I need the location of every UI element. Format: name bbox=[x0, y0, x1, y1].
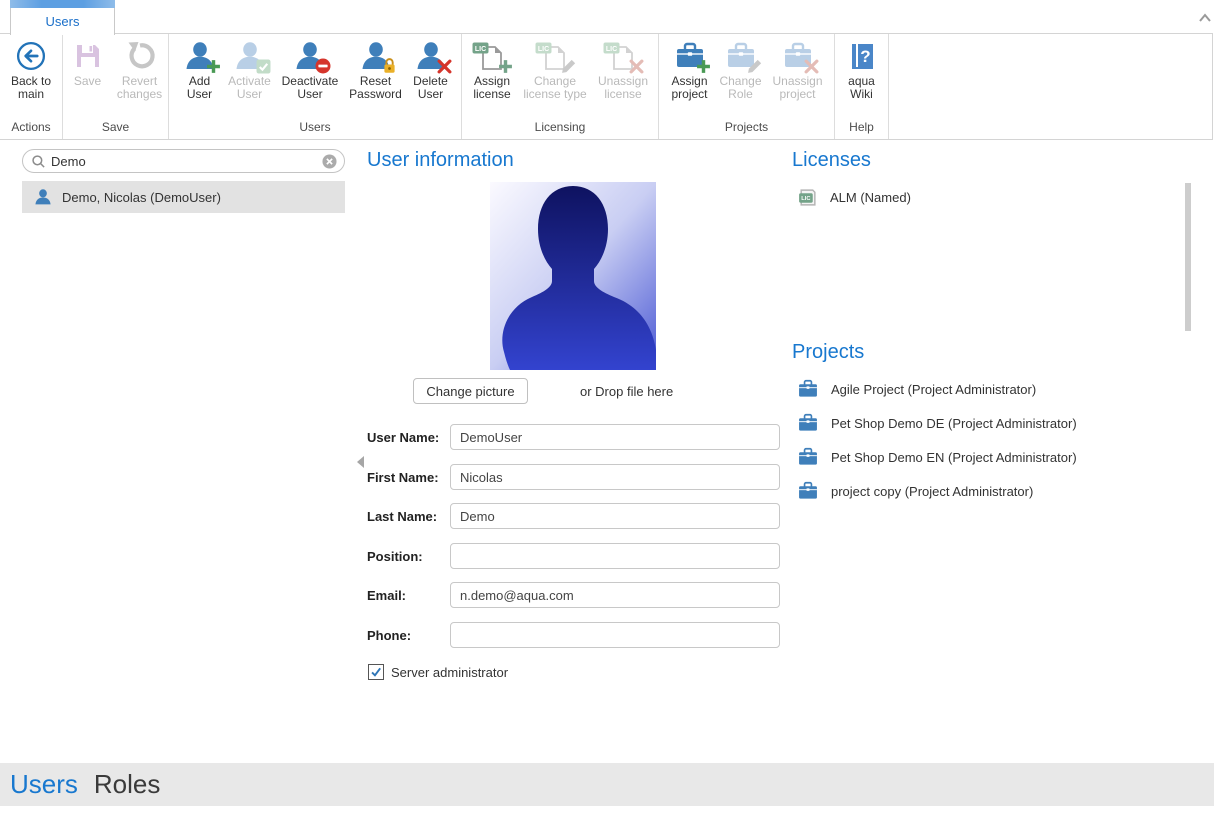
bottom-tab-roles[interactable]: Roles bbox=[94, 763, 160, 806]
projects-title: Projects bbox=[792, 341, 864, 364]
phone-field[interactable] bbox=[450, 622, 780, 648]
license-item-label: ALM (Named) bbox=[830, 190, 911, 205]
ribbon-group-help: aqua Wiki Help bbox=[835, 34, 889, 139]
lastname-label: Last Name: bbox=[367, 509, 437, 524]
activate-user-icon bbox=[234, 40, 266, 72]
licenses-scrollbar[interactable] bbox=[1185, 183, 1191, 331]
save-button: Save bbox=[64, 40, 112, 88]
deactivate-user-button[interactable]: Deactivate User bbox=[277, 40, 344, 101]
checkmark-icon bbox=[369, 665, 383, 679]
position-label: Position: bbox=[367, 549, 423, 564]
revert-changes-button: Revert changes bbox=[112, 40, 168, 101]
project-icon bbox=[797, 413, 819, 433]
activate-user-button: Activate User bbox=[223, 40, 277, 101]
add-user-icon bbox=[184, 40, 216, 72]
ribbon-group-users: Add User Activate User Deactivate User bbox=[169, 34, 462, 139]
unassign-project-icon bbox=[782, 40, 814, 72]
group-label-licensing: Licensing bbox=[462, 120, 658, 139]
search-icon bbox=[31, 154, 46, 169]
assign-project-icon bbox=[674, 40, 706, 72]
drop-file-hint: or Drop file here bbox=[580, 384, 673, 399]
firstname-label: First Name: bbox=[367, 470, 439, 485]
user-avatar bbox=[490, 182, 656, 370]
delete-user-icon bbox=[415, 40, 447, 72]
group-label-save: Save bbox=[63, 120, 168, 139]
ribbon-group-projects: Assign project Change Role Unassign proj… bbox=[659, 34, 835, 139]
user-information-title: User information bbox=[367, 149, 514, 172]
user-icon bbox=[34, 188, 52, 206]
delete-user-button[interactable]: Delete User bbox=[408, 40, 454, 101]
bottom-tab-bar: Users Roles bbox=[0, 763, 1214, 806]
project-item-label: Pet Shop Demo EN (Project Administrator) bbox=[831, 450, 1077, 465]
username-label: User Name: bbox=[367, 430, 439, 445]
unassign-license-icon bbox=[607, 40, 639, 72]
server-administrator-label: Server administrator bbox=[391, 665, 508, 680]
assign-project-button[interactable]: Assign project bbox=[665, 40, 715, 101]
project-item[interactable]: project copy (Project Administrator) bbox=[797, 481, 1033, 501]
unassign-project-button: Unassign project bbox=[767, 40, 829, 101]
clear-search-icon[interactable] bbox=[322, 154, 337, 169]
reset-password-button[interactable]: Reset Password bbox=[344, 40, 408, 101]
project-item[interactable]: Pet Shop Demo EN (Project Administrator) bbox=[797, 447, 1077, 467]
ribbon-group-save: Save Revert changes Save bbox=[63, 34, 169, 139]
lastname-field[interactable] bbox=[450, 503, 780, 529]
license-icon bbox=[797, 187, 818, 208]
project-icon bbox=[797, 481, 819, 501]
username-field[interactable] bbox=[450, 424, 780, 450]
search-input[interactable] bbox=[51, 151, 311, 171]
change-license-type-button: Change license type bbox=[517, 40, 593, 101]
back-icon bbox=[15, 40, 47, 72]
change-license-type-icon bbox=[539, 40, 571, 72]
user-list-item-label: Demo, Nicolas (DemoUser) bbox=[62, 190, 221, 205]
tab-users[interactable]: Users bbox=[10, 0, 115, 35]
group-label-actions: Actions bbox=[0, 120, 62, 139]
server-administrator-checkbox[interactable] bbox=[368, 664, 384, 680]
license-item[interactable]: ALM (Named) bbox=[797, 187, 911, 208]
aqua-wiki-icon bbox=[846, 40, 878, 72]
change-role-button: Change Role bbox=[715, 40, 767, 101]
active-tab-highlight bbox=[10, 0, 115, 8]
deactivate-user-icon bbox=[294, 40, 326, 72]
project-item-label: Pet Shop Demo DE (Project Administrator) bbox=[831, 416, 1077, 431]
group-label-projects: Projects bbox=[659, 120, 834, 139]
licenses-title: Licenses bbox=[792, 149, 871, 172]
change-picture-button[interactable]: Change picture bbox=[413, 378, 528, 404]
project-icon bbox=[797, 379, 819, 399]
save-icon bbox=[72, 40, 104, 72]
project-item-label: project copy (Project Administrator) bbox=[831, 484, 1033, 499]
aqua-wiki-button[interactable]: aqua Wiki bbox=[839, 40, 885, 101]
panel-collapse-arrow[interactable] bbox=[357, 456, 364, 468]
unassign-license-button: Unassign license bbox=[593, 40, 653, 101]
back-to-main-button[interactable]: Back to main bbox=[2, 40, 60, 101]
project-icon bbox=[797, 447, 819, 467]
bottom-tab-users[interactable]: Users bbox=[10, 763, 78, 806]
add-user-button[interactable]: Add User bbox=[177, 40, 223, 101]
phone-label: Phone: bbox=[367, 628, 411, 643]
group-label-help: Help bbox=[835, 120, 888, 139]
group-label-users: Users bbox=[169, 120, 461, 139]
ribbon: Back to main Actions Save Revert changes… bbox=[0, 33, 1213, 140]
firstname-field[interactable] bbox=[450, 464, 780, 490]
user-search-box bbox=[22, 149, 345, 173]
change-role-icon bbox=[725, 40, 757, 72]
assign-license-icon bbox=[476, 40, 508, 72]
project-item[interactable]: Agile Project (Project Administrator) bbox=[797, 379, 1036, 399]
position-field[interactable] bbox=[450, 543, 780, 569]
collapse-ribbon-icon[interactable] bbox=[1196, 9, 1214, 27]
email-field[interactable] bbox=[450, 582, 780, 608]
assign-license-button[interactable]: Assign license bbox=[467, 40, 517, 101]
project-item-label: Agile Project (Project Administrator) bbox=[831, 382, 1036, 397]
ribbon-group-licensing: Assign license Change license type Unass… bbox=[462, 34, 659, 139]
ribbon-group-actions: Back to main Actions bbox=[0, 34, 63, 139]
project-item[interactable]: Pet Shop Demo DE (Project Administrator) bbox=[797, 413, 1077, 433]
revert-icon bbox=[124, 40, 156, 72]
tab-users-label: Users bbox=[11, 8, 114, 29]
reset-password-icon bbox=[360, 40, 392, 72]
email-label: Email: bbox=[367, 588, 406, 603]
user-list-item-selected[interactable]: Demo, Nicolas (DemoUser) bbox=[22, 181, 345, 213]
